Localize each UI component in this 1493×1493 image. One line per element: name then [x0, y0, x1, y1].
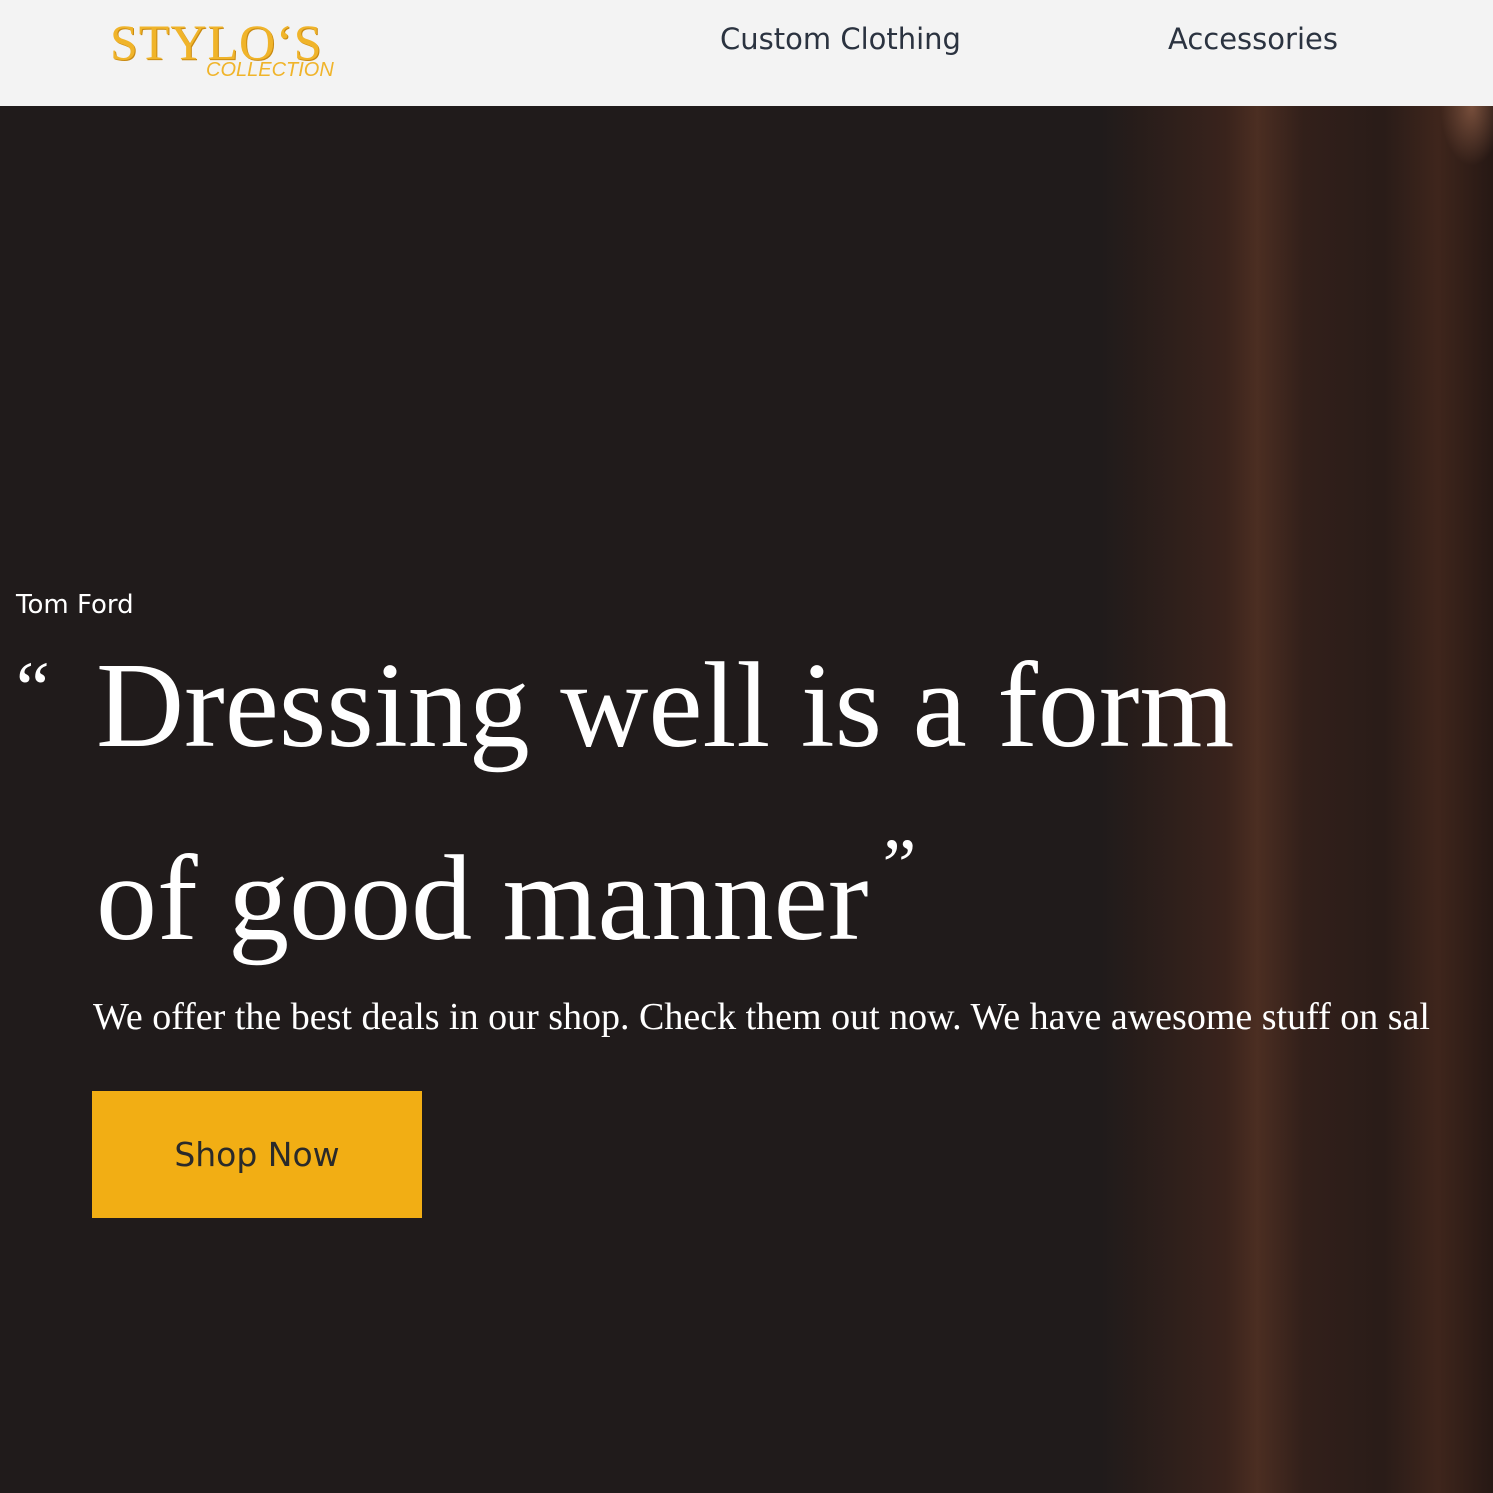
quote-author: Tom Ford [16, 590, 134, 620]
quote-line-1: Dressing well is a form [96, 638, 1235, 773]
nav-link-accessories[interactable]: Accessories [1168, 20, 1338, 58]
site-header: STYLO‘S COLLECTION Custom Clothing Acces… [0, 0, 1493, 106]
quote-line-2: of good manner” [96, 791, 916, 974]
quote-line-2-text: of good manner [96, 831, 869, 966]
hero-section: Tom Ford “ Dressing well is a form of go… [0, 106, 1493, 1493]
hero-background-image [1100, 106, 1493, 1493]
shop-now-button[interactable]: Shop Now [92, 1091, 422, 1218]
logo-subtitle: COLLECTION [206, 59, 334, 81]
hero-tagline: We offer the best deals in our shop. Che… [93, 996, 1430, 1038]
brand-logo[interactable]: STYLO‘S COLLECTION [110, 14, 350, 90]
nav-link-custom-clothing[interactable]: Custom Clothing [720, 20, 961, 58]
open-quote-mark: “ [16, 647, 50, 731]
close-quote-mark: ” [882, 824, 917, 908]
